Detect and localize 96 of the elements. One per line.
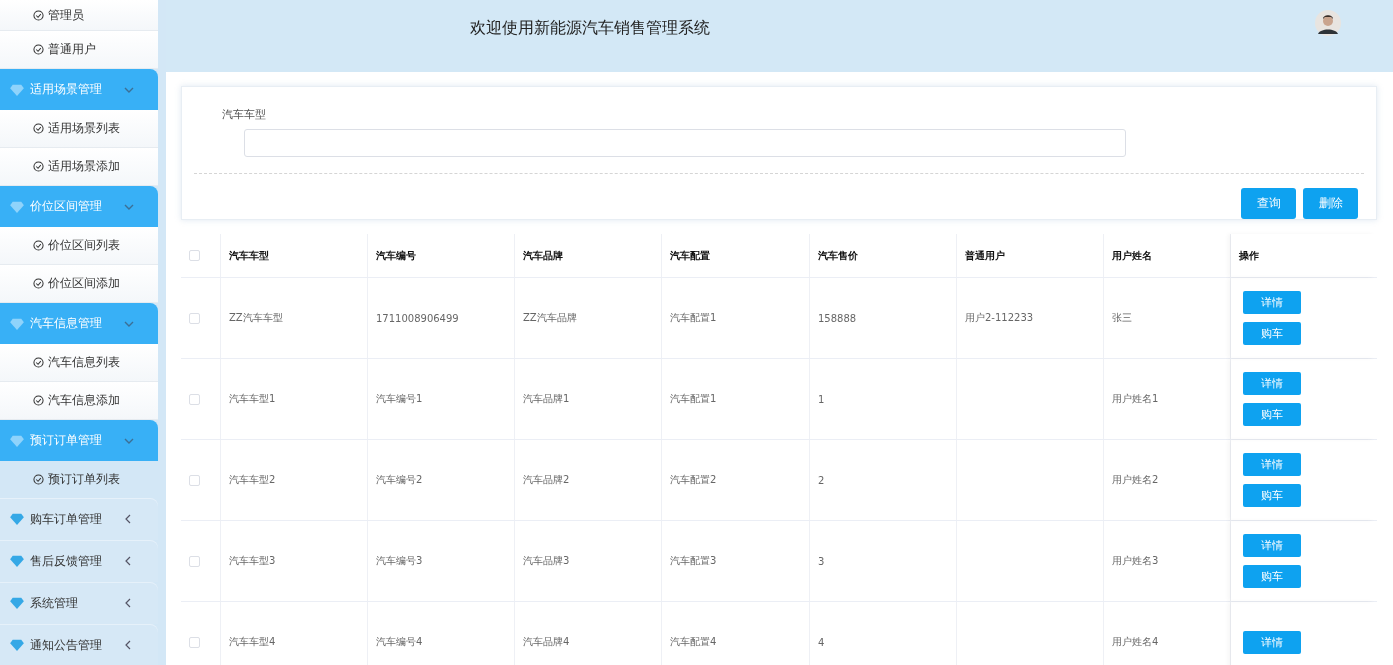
delete-button[interactable]: 删除 [1303, 188, 1358, 219]
table-cell: 汽车品牌1 [523, 392, 570, 406]
column-header: 汽车配置 [670, 248, 710, 263]
menu-group[interactable]: 适用场景管理 [0, 69, 158, 110]
chevron-left-icon [125, 640, 131, 650]
table-cell: 用户姓名2 [1112, 473, 1159, 487]
table-cell: 汽车车型1 [229, 392, 276, 406]
diamond-icon [10, 555, 24, 567]
table-cell: 汽车品牌4 [523, 635, 570, 649]
chevron-down-icon [124, 86, 134, 93]
details-button[interactable]: 详情 [1243, 372, 1301, 395]
table-cell: 汽车车型2 [229, 473, 276, 487]
diamond-icon [10, 200, 24, 213]
checkbox[interactable] [189, 636, 200, 648]
table-cell: 汽车编号3 [376, 554, 423, 568]
chevron-left-icon [125, 556, 131, 566]
column-header: 用户姓名 [1112, 248, 1152, 263]
menu-item[interactable]: 管理员 [0, 0, 158, 31]
table-cell: 4 [818, 636, 825, 648]
checkbox[interactable] [189, 393, 200, 405]
buy-button[interactable]: 购车 [1243, 484, 1301, 507]
column-header: 操作 [1239, 248, 1259, 263]
diamond-icon [10, 639, 24, 651]
checkbox[interactable] [189, 555, 200, 567]
table-cell: 汽车编号1 [376, 392, 423, 406]
table-cell: ZZ汽车品牌 [523, 311, 577, 325]
menu-item[interactable]: 普通用户 [0, 31, 158, 69]
table-cell: 汽车配置1 [670, 311, 717, 325]
check-circle-icon [33, 395, 44, 406]
details-button[interactable]: 详情 [1243, 534, 1301, 557]
check-circle-icon [33, 9, 44, 21]
details-button[interactable]: 详情 [1243, 291, 1301, 314]
diamond-icon [10, 513, 24, 525]
table-cell: 用户姓名3 [1112, 554, 1159, 568]
buy-button[interactable]: 购车 [1243, 403, 1301, 426]
chevron-down-icon [124, 320, 134, 327]
table-cell: 汽车编号4 [376, 635, 423, 649]
menu-group[interactable]: 价位区间管理 [0, 186, 158, 227]
menu-item[interactable]: 适用场景添加 [0, 148, 158, 186]
menu-item[interactable]: 价位区间列表 [0, 227, 158, 265]
chevron-left-icon [125, 598, 131, 608]
buy-button[interactable]: 购车 [1243, 565, 1301, 588]
check-circle-icon [33, 44, 44, 55]
menu-item[interactable]: 汽车信息列表 [0, 344, 158, 382]
table-cell: 汽车品牌2 [523, 473, 570, 487]
table-cell: 汽车品牌3 [523, 554, 570, 568]
chevron-down-icon [124, 437, 134, 444]
checkbox[interactable] [189, 250, 200, 261]
table-cell: 汽车配置2 [670, 473, 717, 487]
table-cell: 汽车配置1 [670, 392, 717, 406]
input-field[interactable] [244, 129, 1126, 157]
column-header: 普通用户 [965, 248, 1005, 263]
table-cell: 1 [818, 393, 825, 405]
diamond-icon [10, 597, 24, 609]
menu-item[interactable]: 价位区间添加 [0, 265, 158, 303]
table-cell: 汽车编号2 [376, 473, 423, 487]
table-cell: 汽车车型3 [229, 554, 276, 568]
table-cell: 汽车配置3 [670, 554, 717, 568]
table-cell: 1711008906499 [376, 312, 459, 324]
diamond-icon [10, 83, 24, 96]
column-header: 汽车编号 [376, 248, 416, 263]
menu-group[interactable]: 汽车信息管理 [0, 303, 158, 344]
table-cell: 汽车车型4 [229, 635, 276, 649]
chevron-down-icon [124, 203, 134, 210]
chevron-left-icon [125, 514, 131, 524]
column-header: 汽车品牌 [523, 248, 563, 263]
check-circle-icon [33, 357, 44, 368]
checkbox[interactable] [189, 312, 200, 324]
menu-item[interactable]: 适用场景列表 [0, 110, 158, 148]
check-circle-icon [33, 474, 44, 485]
check-circle-icon [33, 240, 44, 251]
table-cell: 汽车配置4 [670, 635, 717, 649]
table-cell: 3 [818, 555, 825, 567]
page-title: 欢迎使用新能源汽车销售管理系统 [470, 18, 710, 39]
column-header: 汽车售价 [818, 248, 858, 263]
table-cell: 用户姓名1 [1112, 392, 1159, 406]
query-button[interactable]: 查询 [1241, 188, 1296, 219]
details-button[interactable]: 详情 [1243, 453, 1301, 476]
table-cell: 用户姓名4 [1112, 635, 1159, 649]
menu-group[interactable]: 预订订单管理 [0, 420, 158, 461]
table-cell: 2 [818, 474, 825, 486]
diamond-icon [10, 317, 24, 330]
table-cell: ZZ汽车车型 [229, 311, 283, 325]
field-label: 汽车车型 [222, 107, 266, 122]
details-button[interactable]: 详情 [1243, 630, 1301, 654]
table-cell: 158888 [818, 312, 857, 324]
check-circle-icon [33, 278, 44, 289]
menu-item[interactable]: 汽车信息添加 [0, 382, 158, 420]
table-cell: 用户2-112233 [965, 311, 1034, 325]
table-cell: 张三 [1112, 311, 1132, 325]
check-circle-icon [33, 161, 44, 172]
column-header: 汽车车型 [229, 248, 269, 263]
check-circle-icon [33, 123, 44, 134]
diamond-icon [10, 434, 24, 447]
buy-button[interactable]: 购车 [1243, 322, 1301, 345]
checkbox[interactable] [189, 474, 200, 486]
